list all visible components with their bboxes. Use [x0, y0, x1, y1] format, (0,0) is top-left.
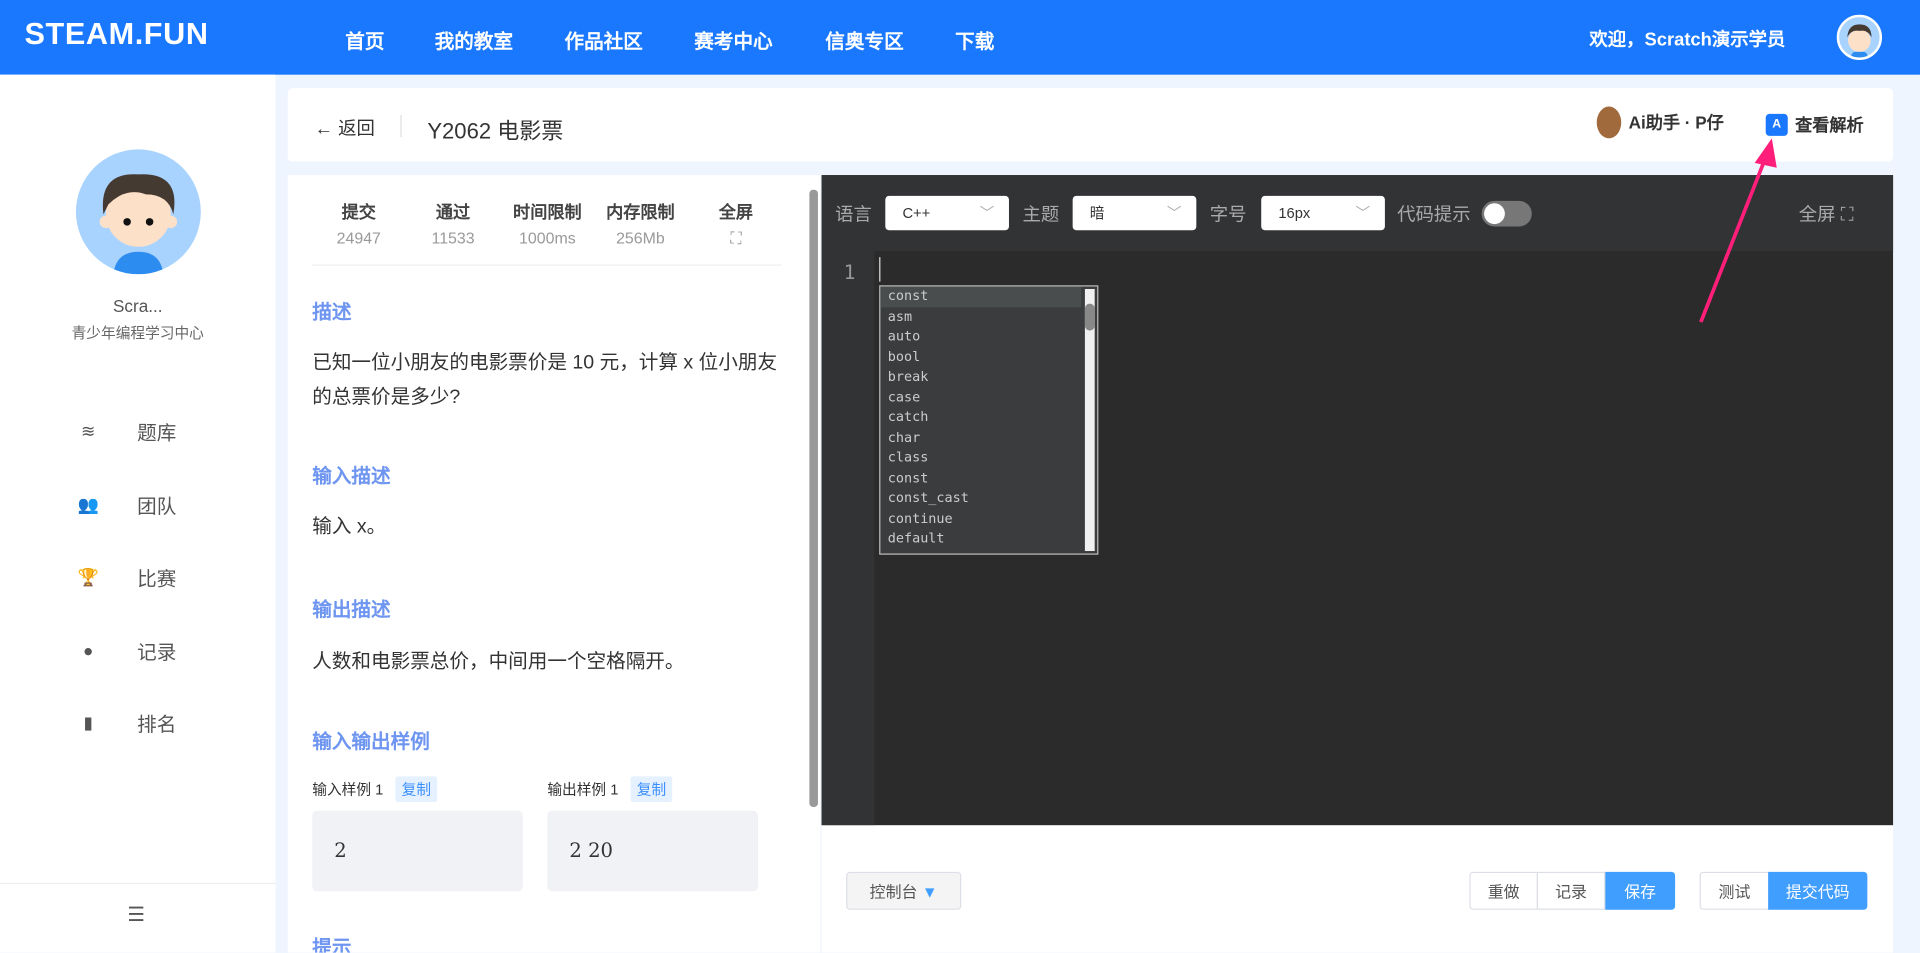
- copy-input-button[interactable]: 复制: [395, 776, 438, 803]
- top-nav: STEAM.FUN 首页 我的教室 作品社区 赛考中心 信奥专区 下载 欢迎，S…: [0, 0, 1920, 75]
- theme-label: 主题: [1022, 204, 1060, 226]
- nav-community[interactable]: 作品社区: [564, 24, 642, 53]
- chevron-down-icon: ﹀: [1355, 204, 1371, 222]
- autocomplete-item[interactable]: default: [880, 529, 1081, 549]
- fullscreen-icon: ⛶: [730, 228, 742, 248]
- collapse-menu-icon[interactable]: ☰: [127, 902, 145, 926]
- submit-button[interactable]: 提交代码: [1768, 871, 1868, 910]
- sidebar-item-problems[interactable]: ≋ 题库: [76, 416, 176, 445]
- editor-footer: 控制台 ▼ 重做 记录 保存 测试 提交代码: [821, 825, 1894, 953]
- hat-icon: ≋: [80, 420, 96, 441]
- chevron-down-icon: ﹀: [1166, 204, 1182, 222]
- output-text: 人数和电影票总价，中间用一个空格隔开。: [312, 651, 685, 673]
- stat-pass: 通过 11533: [431, 202, 475, 248]
- org-name: 青少年编程学习中心: [71, 324, 204, 342]
- save-button[interactable]: 保存: [1605, 871, 1676, 910]
- nav-olympiad[interactable]: 信奥专区: [825, 24, 903, 53]
- language-select[interactable]: C++ ﹀: [885, 195, 1009, 231]
- language-label: 语言: [835, 204, 872, 226]
- redo-button[interactable]: 重做: [1469, 871, 1538, 910]
- arrow-left-icon: ←: [314, 118, 334, 140]
- autocomplete-item[interactable]: case: [880, 388, 1081, 408]
- scrollbar[interactable]: [809, 189, 818, 807]
- theme-select[interactable]: 暗 ﹀: [1072, 195, 1197, 231]
- caret-down-icon: ▼: [921, 882, 938, 902]
- welcome-text: 欢迎，Scratch演示学员: [1589, 29, 1786, 51]
- code-editor[interactable]: 语言 C++ ﹀ 主题 暗 ﹀ 字号 16px ﹀ 代码提示 全屏 ⛶ 1 const…: [821, 138, 1894, 826]
- test-button[interactable]: 测试: [1699, 871, 1770, 910]
- divider: [400, 115, 402, 138]
- autocomplete-item[interactable]: char: [880, 428, 1081, 448]
- divider: [0, 882, 276, 885]
- clock-icon: ●: [82, 640, 94, 661]
- font-size-select[interactable]: 16px ﹀: [1261, 195, 1385, 231]
- cursor: [879, 257, 881, 282]
- stat-memory-limit: 内存限制 256Mb: [606, 202, 675, 248]
- divider: [312, 264, 782, 266]
- autocomplete-item[interactable]: auto: [880, 327, 1081, 347]
- input-text: 输入 x。: [312, 516, 387, 538]
- section-title: 输出描述: [312, 600, 391, 621]
- stat-time-limit: 时间限制 1000ms: [513, 202, 582, 248]
- fullscreen-icon: ⛶: [1840, 204, 1854, 226]
- section-title: 提示: [312, 937, 352, 953]
- ai-avatar-icon: [1596, 106, 1622, 139]
- chevron-down-icon: ﹀: [979, 204, 995, 222]
- sidebar-item-team[interactable]: 👥 团队: [76, 490, 176, 519]
- sidebar-item-records[interactable]: ● 记录: [76, 636, 176, 665]
- autocomplete-item[interactable]: catch: [880, 408, 1081, 428]
- line-gutter: 1: [821, 251, 875, 826]
- autocomplete-item[interactable]: const_cast: [880, 489, 1081, 509]
- trophy-icon: 🏆: [77, 566, 99, 586]
- nav-download[interactable]: 下载: [955, 24, 994, 53]
- page-title: Y2062 电影票: [427, 118, 564, 144]
- code-hint-toggle[interactable]: [1481, 200, 1532, 227]
- username: Scra...: [112, 296, 163, 316]
- code-hint-label: 代码提示: [1397, 204, 1471, 226]
- copy-output-button[interactable]: 复制: [630, 776, 673, 803]
- fullscreen-toggle[interactable]: 全屏 ⛶: [687, 200, 785, 249]
- annotation-arrow: [1699, 138, 1777, 323]
- autocomplete-item[interactable]: asm: [880, 307, 1081, 327]
- profile-avatar: [75, 149, 201, 275]
- back-button[interactable]: ← 返回: [315, 115, 375, 141]
- autocomplete-item[interactable]: class: [880, 448, 1081, 468]
- autocomplete-item[interactable]: continue: [880, 509, 1081, 529]
- nav-classroom[interactable]: 我的教室: [435, 24, 513, 53]
- sample-output: 2 20: [547, 810, 758, 892]
- autocomplete-item[interactable]: const: [880, 468, 1081, 488]
- problem-panel: 提交 24947 通过 11533 时间限制 1000ms 内存限制 256Mb 全屏 ⛶…: [287, 175, 821, 953]
- line-number: 1: [843, 260, 856, 285]
- problem-header: ← 返回 Y2062 电影票 Ai助手 · P仔 A 查看解析: [287, 88, 1894, 162]
- bar-chart-icon: ▮: [83, 712, 93, 732]
- sample-input: 2: [312, 810, 523, 892]
- record-button[interactable]: 记录: [1536, 871, 1606, 910]
- stat-submit: 提交 24947: [336, 202, 381, 248]
- logo[interactable]: STEAM.FUN: [24, 17, 208, 53]
- users-icon: 👥: [77, 494, 99, 514]
- section-title: 输入描述: [312, 466, 391, 488]
- nav-exam[interactable]: 赛考中心: [694, 24, 772, 53]
- nav-home[interactable]: 首页: [345, 24, 384, 53]
- sample-input-label: 输入样例 1: [312, 781, 384, 799]
- console-button[interactable]: 控制台 ▼: [846, 871, 962, 910]
- description-text: 已知一位小朋友的电影票价是 10 元，计算 x 位小朋友的总票价是多少?: [312, 352, 778, 408]
- autocomplete-list[interactable]: const asm auto bool break case catch char class c…: [879, 285, 1099, 555]
- autocomplete-item[interactable]: const: [880, 286, 1082, 307]
- sidebar: Scra... 青少年编程学习中心 ≋ 题库 👥 团队 🏆 比赛 ● 记录 ▮ 排名 ☰: [0, 74, 276, 953]
- font-size-label: 字号: [1209, 204, 1247, 226]
- sidebar-item-ranking[interactable]: ▮ 排名: [76, 708, 176, 737]
- user-avatar[interactable]: [1836, 14, 1883, 61]
- autocomplete-item[interactable]: break: [880, 367, 1081, 387]
- section-title: 描述: [312, 302, 352, 324]
- scrollbar[interactable]: [1084, 288, 1095, 552]
- sidebar-item-contest[interactable]: 🏆 比赛: [76, 562, 176, 591]
- sample-output-label: 输出样例 1: [547, 781, 619, 799]
- autocomplete-item[interactable]: bool: [880, 347, 1081, 367]
- editor-fullscreen-button[interactable]: 全屏 ⛶: [1799, 201, 1854, 227]
- section-title: 输入输出样例: [312, 732, 430, 754]
